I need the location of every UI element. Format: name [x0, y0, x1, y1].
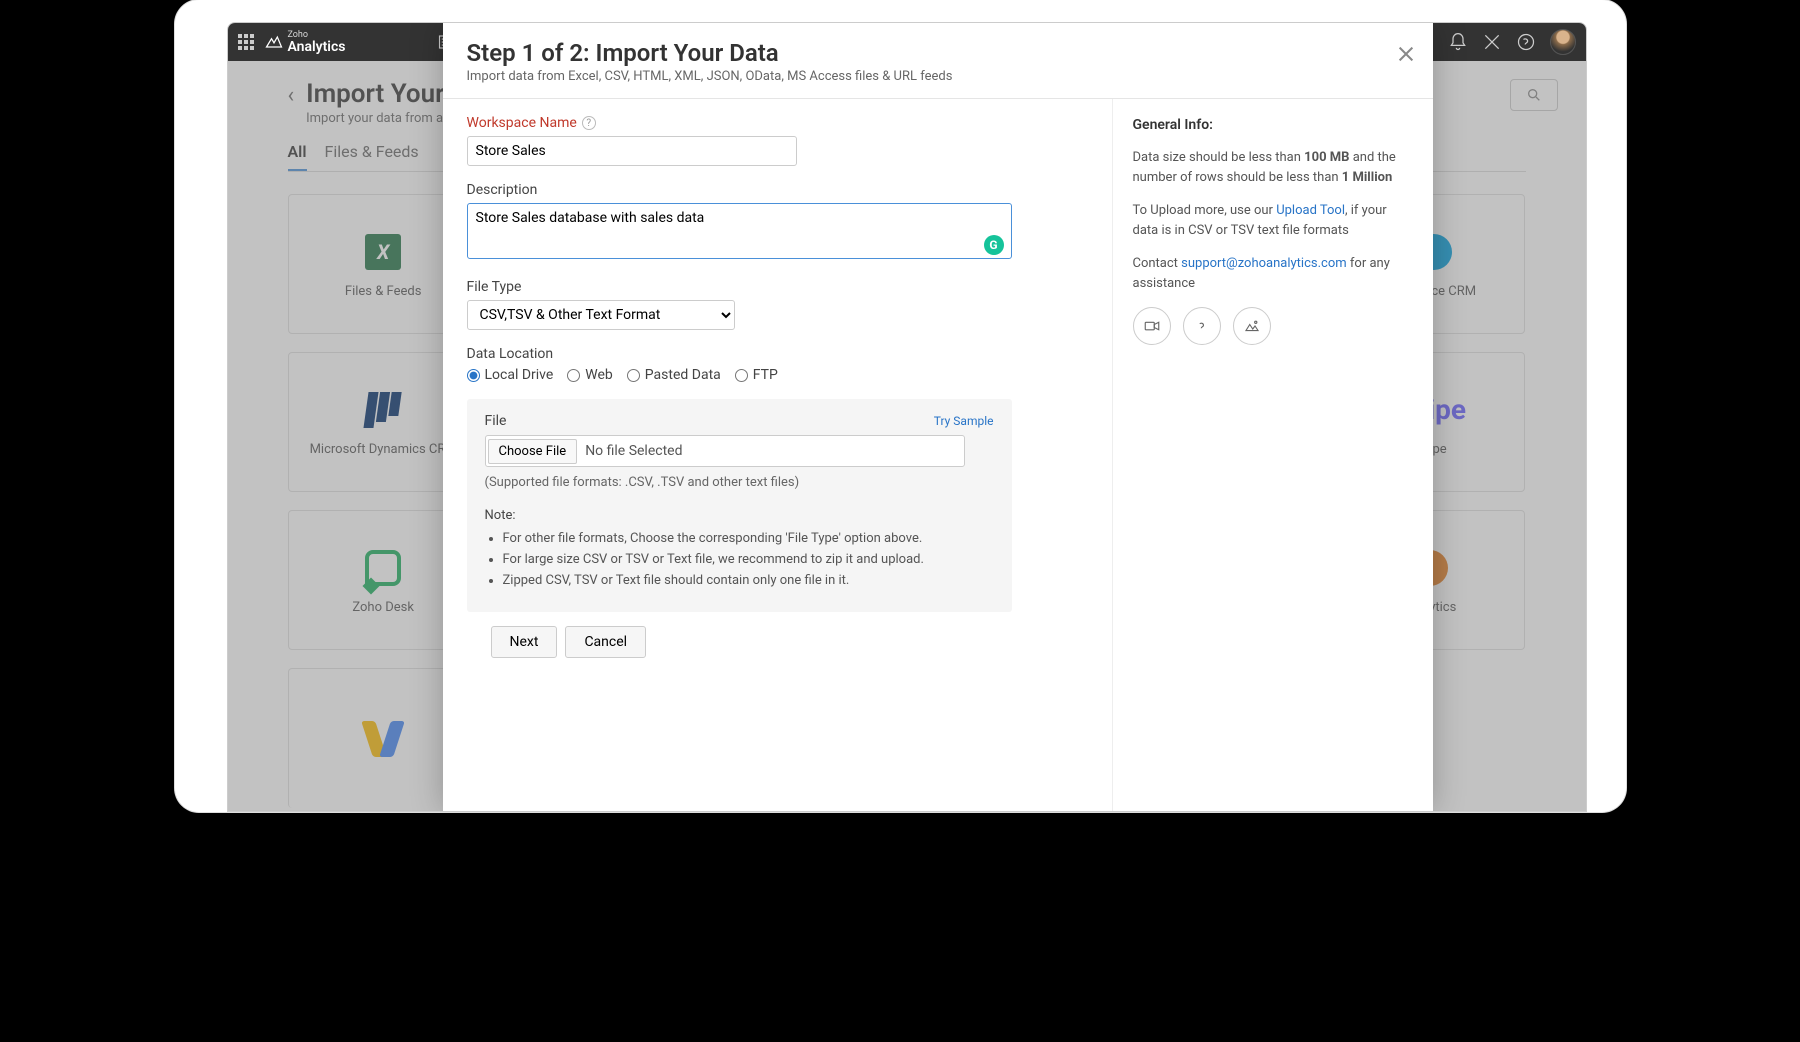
- choose-file-button[interactable]: Choose File: [488, 439, 578, 464]
- description-textarea[interactable]: Store Sales database with sales data: [467, 203, 1012, 259]
- brand-small: Zoho: [288, 31, 346, 40]
- video-icon[interactable]: [1133, 307, 1171, 345]
- info-column: General Info: Data size should be less t…: [1113, 99, 1433, 811]
- note-item: For other file formats, Choose the corre…: [503, 531, 994, 546]
- file-label: File: [485, 413, 507, 429]
- info-text-size: Data size should be less than 100 MB and…: [1133, 148, 1413, 187]
- try-sample-link[interactable]: Try Sample: [934, 414, 994, 428]
- data-location-label: Data Location: [467, 346, 1088, 362]
- file-type-label: File Type: [467, 279, 1088, 295]
- info-title: General Info:: [1133, 115, 1413, 136]
- brand-name: Analytics: [288, 40, 346, 54]
- note-list: For other file formats, Choose the corre…: [485, 531, 994, 588]
- grammarly-icon[interactable]: G: [984, 235, 1004, 255]
- modal-title: Step 1 of 2: Import Your Data: [467, 39, 1409, 67]
- bell-icon[interactable]: [1448, 32, 1468, 52]
- import-modal: Step 1 of 2: Import Your Data Import dat…: [443, 23, 1433, 811]
- question-icon[interactable]: [1183, 307, 1221, 345]
- note-label: Note:: [485, 508, 994, 523]
- next-button[interactable]: Next: [491, 626, 558, 658]
- modal-footer: Next Cancel: [467, 612, 1088, 680]
- modal-header: Step 1 of 2: Import Your Data Import dat…: [443, 23, 1433, 99]
- help-icon[interactable]: ?: [582, 116, 596, 130]
- file-input[interactable]: Choose File No file Selected: [485, 435, 965, 467]
- workspace-name-label: Workspace Name ?: [467, 115, 1088, 131]
- apps-grid-icon[interactable]: [238, 34, 254, 50]
- upload-tool-link[interactable]: Upload Tool: [1276, 203, 1345, 218]
- radio-pasted-data[interactable]: Pasted Data: [627, 367, 721, 383]
- info-text-contact: Contact support@zohoanalytics.com for an…: [1133, 254, 1413, 293]
- radio-local-drive[interactable]: Local Drive: [467, 367, 554, 383]
- cancel-button[interactable]: Cancel: [565, 626, 646, 658]
- note-item: For large size CSV or TSV or Text file, …: [503, 552, 994, 567]
- help-icon[interactable]: [1516, 32, 1536, 52]
- support-email-link[interactable]: support@zohoanalytics.com: [1181, 256, 1346, 271]
- description-label: Description: [467, 182, 1088, 198]
- file-status: No file Selected: [585, 443, 682, 459]
- image-icon[interactable]: [1233, 307, 1271, 345]
- workspace-name-input[interactable]: [467, 136, 797, 166]
- radio-web[interactable]: Web: [567, 367, 613, 383]
- note-item: Zipped CSV, TSV or Text file should cont…: [503, 573, 994, 588]
- file-box: File Try Sample Choose File No file Sele…: [467, 399, 1012, 612]
- user-avatar[interactable]: [1550, 29, 1576, 55]
- form-column: Workspace Name ? Description Store Sales…: [443, 99, 1113, 811]
- supported-formats: (Supported file formats: .CSV, .TSV and …: [485, 475, 994, 490]
- data-location-radios: Local Drive Web Pasted Data FTP: [467, 367, 1088, 383]
- tools-icon[interactable]: [1482, 32, 1502, 52]
- close-icon[interactable]: [1397, 45, 1415, 63]
- logo[interactable]: Zoho Analytics: [264, 31, 346, 54]
- radio-ftp[interactable]: FTP: [735, 367, 778, 383]
- modal-subtitle: Import data from Excel, CSV, HTML, XML, …: [467, 69, 1409, 84]
- info-text-upload: To Upload more, use our Upload Tool, if …: [1133, 201, 1413, 240]
- file-type-select[interactable]: CSV,TSV & Other Text Format: [467, 300, 735, 330]
